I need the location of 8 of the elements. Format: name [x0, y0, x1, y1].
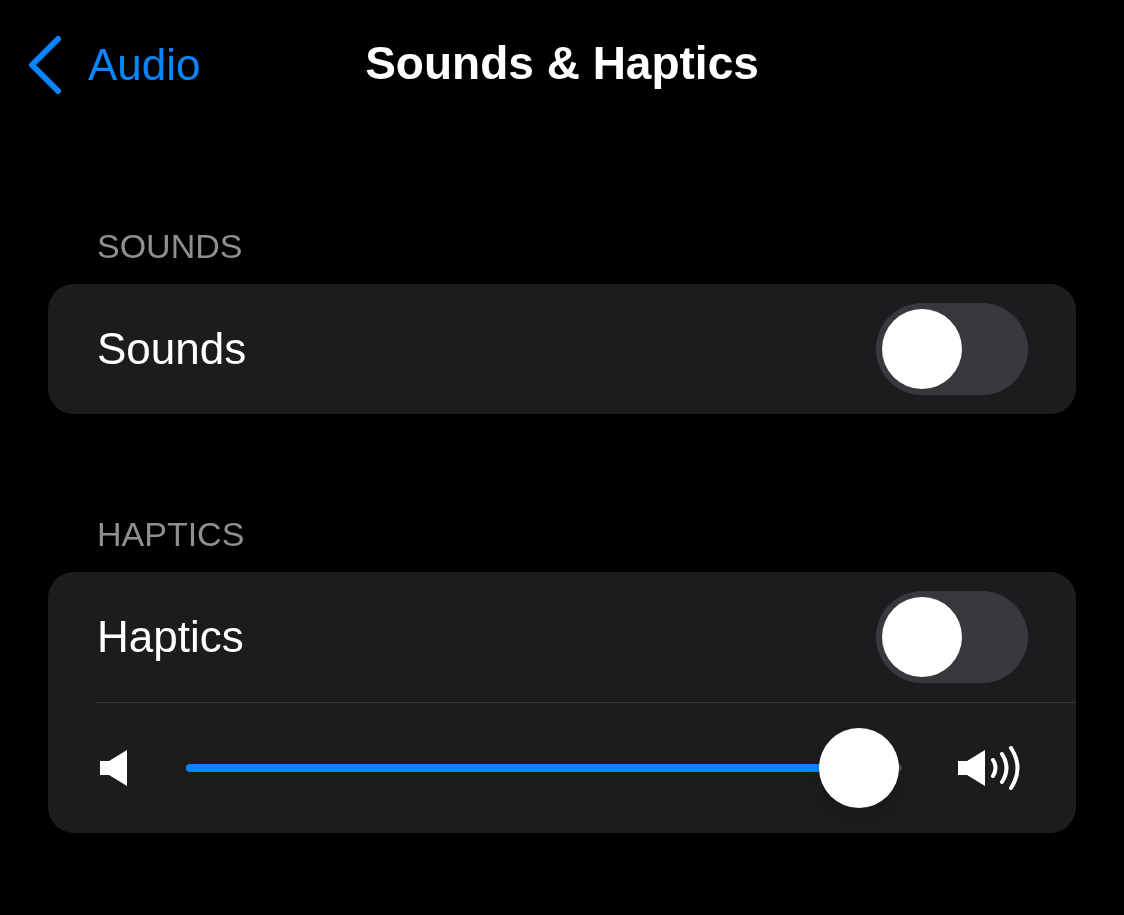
- back-chevron-icon: [26, 35, 62, 95]
- row-label: Haptics: [97, 611, 244, 663]
- page-title: Sounds & Haptics: [365, 35, 759, 91]
- row-label: Sounds: [97, 323, 247, 375]
- section-header: HAPTICS: [96, 514, 246, 554]
- volume-slider[interactable]: [186, 728, 902, 808]
- section-header: SOUNDS: [96, 226, 244, 266]
- back-button[interactable]: Audio: [26, 32, 201, 98]
